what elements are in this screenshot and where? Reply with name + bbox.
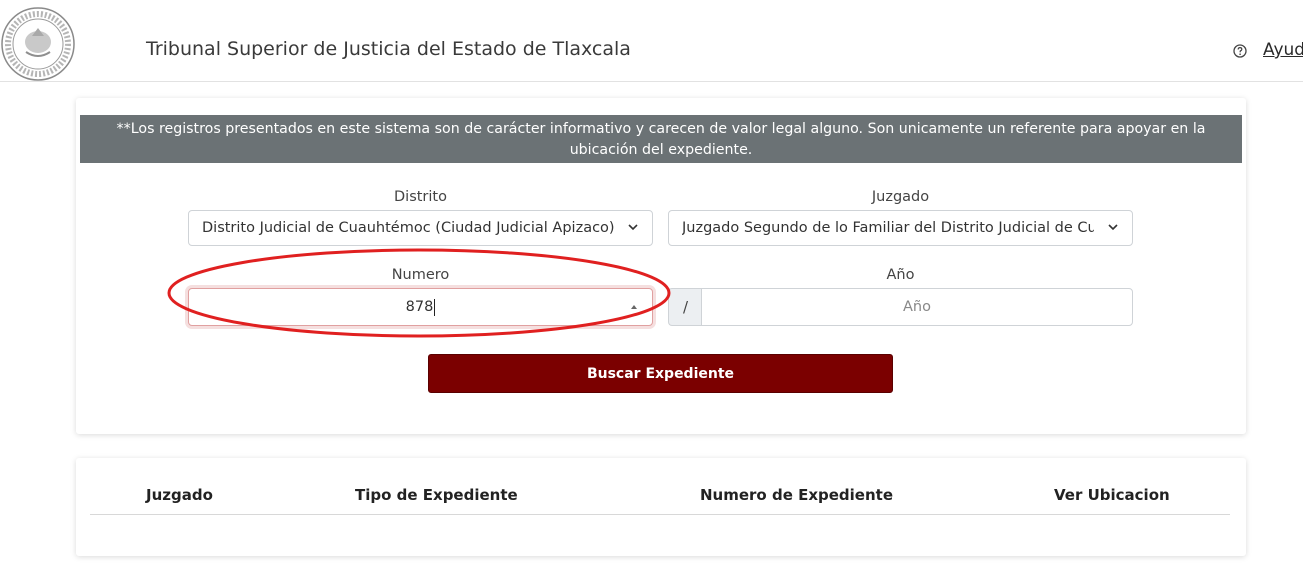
search-button[interactable]: Buscar Expediente bbox=[428, 354, 893, 393]
year-input[interactable] bbox=[701, 288, 1133, 326]
table-header-divider bbox=[90, 514, 1230, 515]
court-select[interactable]: Juzgado Segundo de lo Familiar del Distr… bbox=[668, 210, 1133, 246]
spin-up-icon[interactable] bbox=[628, 297, 640, 317]
chevron-down-icon bbox=[628, 224, 638, 231]
column-header-ubicacion: Ver Ubicacion bbox=[1054, 486, 1170, 504]
court-label: Juzgado bbox=[871, 189, 930, 205]
separator-addon: / bbox=[668, 288, 702, 326]
search-card: **Los registros presentados en este sist… bbox=[76, 98, 1246, 434]
results-card: Juzgado Tipo de Expediente Numero de Exp… bbox=[76, 458, 1246, 556]
district-select-value: Distrito Judicial de Cuauhtémoc (Ciudad … bbox=[202, 220, 614, 236]
district-select[interactable]: Distrito Judicial de Cuauhtémoc (Ciudad … bbox=[188, 210, 653, 246]
column-header-numero: Numero de Expediente bbox=[700, 486, 894, 504]
column-header-tipo: Tipo de Expediente bbox=[355, 486, 518, 504]
chevron-down-icon bbox=[1108, 224, 1118, 231]
column-header-juzgado: Juzgado bbox=[146, 486, 213, 504]
court-seal-icon bbox=[1, 7, 75, 81]
court-select-value: Juzgado Segundo de lo Familiar del Distr… bbox=[682, 220, 1094, 236]
number-input-value: 878 bbox=[405, 299, 434, 315]
site-title: Tribunal Superior de Justicia del Estado… bbox=[146, 38, 631, 60]
year-label: Año bbox=[886, 267, 915, 283]
disclaimer-banner: **Los registros presentados en este sist… bbox=[80, 115, 1242, 163]
text-caret bbox=[434, 298, 436, 316]
number-label: Numero bbox=[391, 267, 450, 283]
top-header: Tribunal Superior de Justicia del Estado… bbox=[0, 0, 1303, 82]
district-label: Distrito bbox=[394, 189, 447, 205]
help-link[interactable]: Ayuda bbox=[1263, 40, 1303, 60]
question-circle-icon[interactable] bbox=[1233, 44, 1247, 58]
number-input[interactable]: 878 bbox=[188, 288, 653, 326]
